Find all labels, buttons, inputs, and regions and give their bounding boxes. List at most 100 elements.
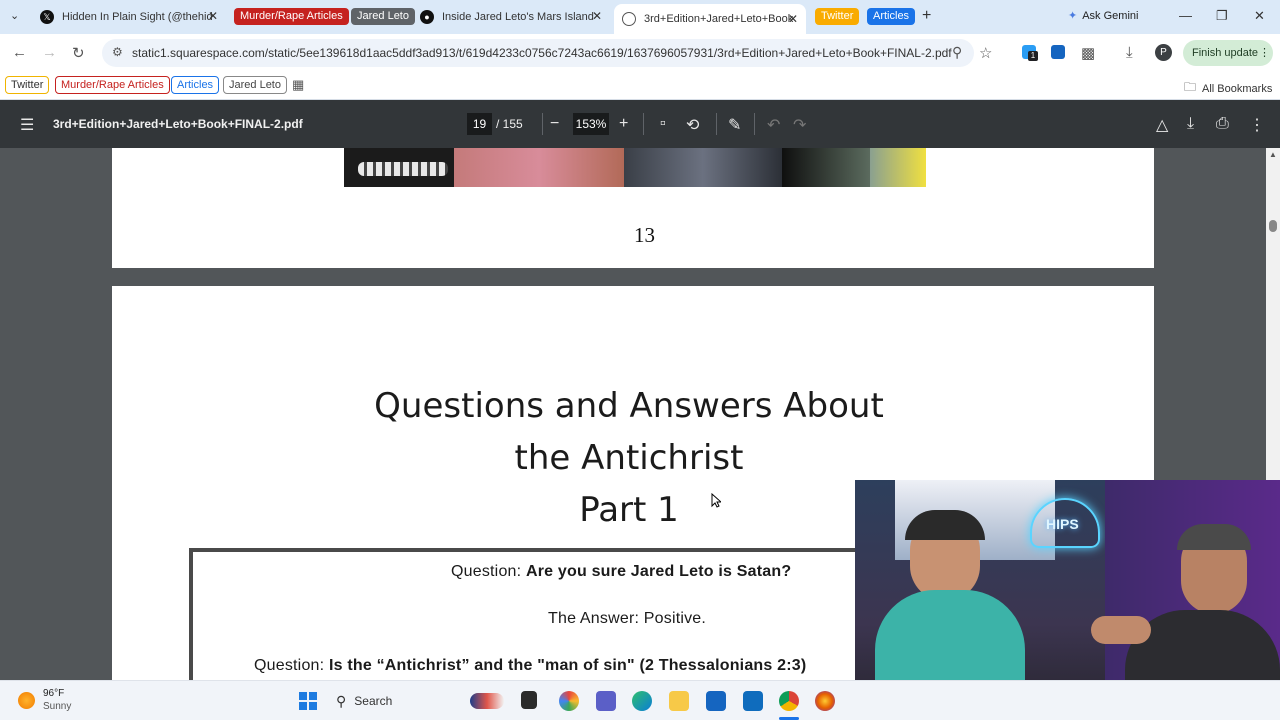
all-bookmarks-button[interactable]: 🗀 All Bookmarks [1184,78,1272,99]
toolbar-divider [542,113,543,135]
sidebar-menu-icon[interactable]: ☰ [20,115,34,135]
drive-save-icon[interactable]: △ [1156,115,1168,135]
globe-icon [622,12,636,26]
tab-label: Hidden In Plain Sight (@thehid [62,11,213,23]
tab-group-articles[interactable]: Articles [867,8,916,25]
annotate-pen-icon[interactable]: ✎ [728,115,741,135]
question-2-label: Question: [254,657,325,674]
tab-group-jared-leto[interactable]: Jared Leto [351,8,415,25]
bookmark-jared-leto[interactable]: Jared Leto [223,76,287,94]
redo-icon[interactable]: ↷ [793,115,806,135]
forward-icon[interactable]: → [42,44,57,61]
close-tab-icon[interactable]: ✕ [788,12,798,26]
close-tab-icon[interactable]: ✕ [592,9,602,23]
download-icon[interactable]: ⤓ [1187,115,1194,133]
fit-to-page-icon[interactable]: ▫ [660,115,666,133]
question-2-text: Is the “Antichrist” and the "man of sin"… [328,657,807,674]
close-tab-icon[interactable]: ✕ [208,9,218,23]
title-line-1: Questions and Answers About [374,386,884,426]
firefox-icon[interactable] [815,691,835,711]
close-window-icon[interactable]: ✕ [1254,8,1265,24]
url-text[interactable]: static1.squarespace.com/static/5ee139618… [132,46,952,60]
bookmark-twitter[interactable]: Twitter [5,76,50,94]
page-photo-collage [344,148,926,187]
tab-pdf-active[interactable]: 3rd+Edition+Jared+Leto+Book ✕ [614,4,806,34]
chrome-icon[interactable] [779,691,799,711]
answer-1: The Answer: Positive. [548,610,707,627]
extension-badge: 1 [1028,51,1038,61]
gemini-sparkle-icon: ✦ [1068,10,1078,22]
new-tab-icon[interactable]: + [922,7,931,25]
bookmarks-bar: Twitter Murder/Rape Articles Articles Ja… [0,72,1280,100]
weather-temperature[interactable]: 96°F [43,688,64,699]
zoom-magnifier-icon[interactable]: ⚲ [952,44,962,61]
tab-hidden-in-plain-sight[interactable]: 𝕏 Hidden In Plain Sight (@thehid ✕ [32,4,226,30]
file-explorer-icon[interactable] [669,691,689,711]
undo-icon[interactable]: ↶ [767,115,780,135]
address-bar[interactable]: ⚙ static1.squarespace.com/static/5ee1396… [102,39,974,67]
finish-update-label: Finish update [1192,47,1259,59]
neon-sign-text: HIPS [1046,516,1079,532]
tab-inside-jared-leto-mars-island[interactable]: ● Inside Jared Leto's Mars Island ✕ [412,4,610,30]
zoom-out-icon[interactable]: − [550,115,559,133]
tab-search-chevron-icon[interactable]: ⌄ [10,9,19,22]
zoom-in-icon[interactable]: + [619,115,628,133]
finish-update-button[interactable]: Finish update ⋮ [1183,40,1273,66]
downloads-icon[interactable]: ⤓ [1126,44,1133,61]
microsoft-store-icon[interactable] [706,691,726,711]
mouse-cursor-icon [711,493,721,508]
taskbar-search[interactable]: ⚲ Search [328,688,478,714]
task-view-icon[interactable] [521,691,537,709]
ask-gemini-label: Ask Gemini [1082,9,1139,22]
edge-icon[interactable] [632,691,652,711]
print-icon[interactable]: ⎙ [1216,115,1229,133]
all-bookmarks-label: All Bookmarks [1202,82,1273,95]
site-favicon-icon: ● [420,10,434,24]
page-number-input[interactable]: 19 [467,113,492,135]
translate-extension-icon[interactable] [1051,45,1065,59]
person-right-hand [1091,616,1151,644]
tab-label: 3rd+Edition+Jared+Leto+Book [644,13,794,25]
tab-groups-grid-icon[interactable]: ▦ [292,77,304,93]
tab-strip: ⌄ 𝕏 Hidden In Plain Sight (@thehid ✕ Mur… [0,0,1280,34]
title-line-2: the Antichrist [514,438,744,478]
taskbar-search-label: Search [354,694,393,708]
teams-icon[interactable] [596,691,616,711]
mail-icon[interactable] [743,691,763,711]
zoom-level-input[interactable]: 153% [573,113,609,135]
weather-condition[interactable]: Sunny [43,701,71,712]
pdf-more-icon[interactable]: ⋮ [1249,115,1265,135]
tab-group-murder-rape-articles[interactable]: Murder/Rape Articles [234,8,349,25]
pdf-toolbar: ☰ 3rd+Edition+Jared+Leto+Book+FINAL-2.pd… [0,100,1280,148]
pdf-filename: 3rd+Edition+Jared+Leto+Book+FINAL-2.pdf [53,117,303,131]
minimize-icon[interactable]: — [1179,8,1192,23]
question-1: Question: Are you sure Jared Leto is Sat… [451,563,791,581]
copilot-icon[interactable] [559,691,579,711]
scroll-up-icon[interactable]: ▲ [1269,150,1277,159]
extensions-puzzle-icon[interactable]: ▩ [1081,44,1095,62]
reload-icon[interactable]: ↻ [72,44,85,62]
windows-taskbar: 96°F Sunny ⚲ Search [0,680,1280,720]
tab-group-twitter[interactable]: Twitter [815,8,860,25]
more-menu-icon: ⋮ [1259,47,1270,59]
profile-avatar[interactable]: P [1155,44,1172,61]
bookmark-murder-rape-articles[interactable]: Murder/Rape Articles [55,76,170,94]
ask-gemini-button[interactable]: ✦ Ask Gemini [1068,9,1139,23]
toolbar-divider [643,113,644,135]
bookmark-star-icon[interactable]: ☆ [979,44,992,62]
back-icon[interactable]: ← [12,44,27,61]
taskbar-widget-icon[interactable] [470,693,504,709]
windows-start-icon[interactable] [299,692,317,710]
rotate-icon[interactable]: ⟲ [686,115,699,135]
restore-icon[interactable]: ❐ [1216,8,1228,24]
bookmark-articles[interactable]: Articles [171,76,220,94]
folder-icon: 🗀 [1184,80,1197,94]
scrollbar-thumb[interactable] [1269,220,1277,232]
x-logo-icon: 𝕏 [40,10,54,24]
page-number-label: 13 [634,223,655,247]
site-info-icon[interactable]: ⚙ [112,45,123,59]
extension-icon[interactable]: 1 [1022,45,1038,61]
question-1-text: Are you sure Jared Leto is Satan? [525,563,792,580]
weather-sun-icon[interactable] [18,692,35,709]
pdf-page-previous: 13 [112,148,1154,268]
